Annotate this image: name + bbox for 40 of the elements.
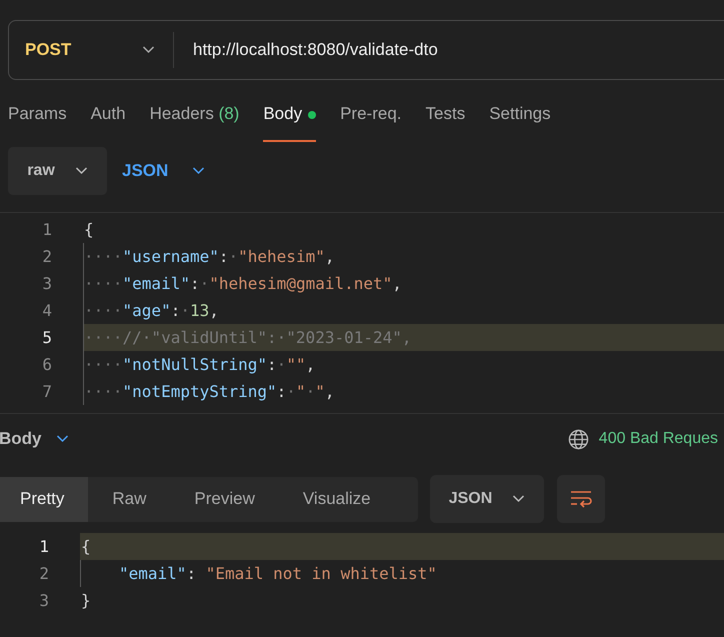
view-tab[interactable]: Pretty xyxy=(0,476,88,522)
chevron-down-icon xyxy=(74,167,88,175)
tab[interactable]: Body xyxy=(263,100,316,142)
code-line: ····"notNullString":·"", xyxy=(83,351,724,378)
line-number: 6 xyxy=(41,355,53,374)
wrap-icon xyxy=(569,489,593,509)
code-line: { xyxy=(83,219,95,241)
tab[interactable]: Headers (8) xyxy=(150,100,240,144)
line-number: 2 xyxy=(38,564,50,583)
line-number: 7 xyxy=(41,382,53,401)
chevron-down-icon xyxy=(192,167,206,175)
tab[interactable]: Settings xyxy=(489,100,551,144)
line-number: 1 xyxy=(38,537,50,556)
tab[interactable]: Pre-req. xyxy=(340,100,402,144)
view-tab[interactable]: Raw xyxy=(88,476,170,522)
line-number: 5 xyxy=(41,328,53,347)
status-code: 400 Bad Reques xyxy=(598,430,718,448)
code-line: ····"username":·"hehesim", xyxy=(83,243,724,270)
view-tab[interactable]: Preview xyxy=(170,476,279,522)
code-line: ····"email":·"hehesim@gmail.net", xyxy=(83,270,724,297)
language-dropdown[interactable]: JSON xyxy=(122,161,206,181)
line-number: 3 xyxy=(38,591,50,610)
chevron-down-icon xyxy=(56,435,68,443)
line-number: 2 xyxy=(41,247,53,266)
wrap-lines-button[interactable] xyxy=(557,475,605,523)
code-line: ····"notEmptyString":·"·", xyxy=(83,378,724,405)
globe-icon xyxy=(568,428,589,450)
code-line: } xyxy=(80,590,92,612)
response-body-dropdown[interactable]: Body xyxy=(0,429,68,449)
view-tab[interactable]: Visualize xyxy=(278,476,395,522)
tab[interactable]: Tests xyxy=(426,100,466,144)
line-number: 3 xyxy=(41,274,53,293)
format-dropdown[interactable]: JSON xyxy=(430,475,544,523)
tab[interactable]: Auth xyxy=(90,100,126,144)
chevron-down-icon xyxy=(512,495,526,503)
tab[interactable]: Params xyxy=(8,100,67,144)
code-line: "email": "Email not in whitelist" xyxy=(80,560,724,587)
line-number: 4 xyxy=(41,301,53,320)
line-number: 1 xyxy=(41,220,53,239)
body-type-dropdown[interactable]: raw xyxy=(8,147,107,195)
